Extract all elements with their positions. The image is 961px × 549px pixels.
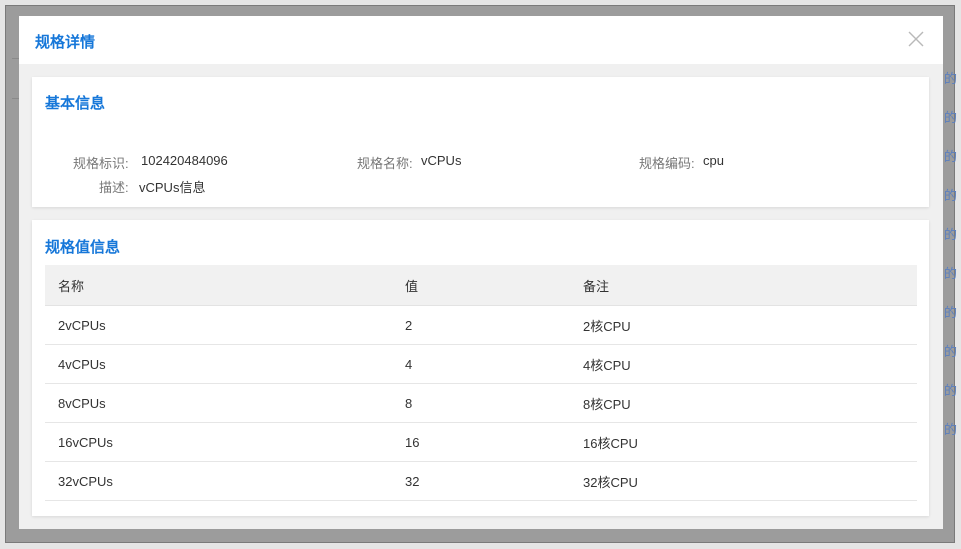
- spec-id-value: 102420484096: [141, 153, 228, 168]
- cell-remark: 32核CPU: [583, 461, 917, 501]
- cell-name: 16vCPUs: [45, 422, 405, 462]
- modal-header: 规格详情: [19, 16, 943, 64]
- basic-info-title: 基本信息: [45, 95, 106, 112]
- background-link: 的: [944, 344, 958, 359]
- background-link: 的: [944, 266, 958, 281]
- close-icon: [908, 31, 924, 47]
- cell-remark: 8核CPU: [583, 383, 917, 423]
- spec-values-title: 规格值信息: [45, 239, 121, 256]
- cell-remark: 16核CPU: [583, 422, 917, 462]
- table-row: 32vCPUs 32 32核CPU: [45, 461, 917, 501]
- background-link: 的: [944, 149, 958, 164]
- table-row: 4vCPUs 4 4核CPU: [45, 344, 917, 384]
- background-link: 的: [944, 305, 958, 320]
- spec-name-value: vCPUs: [421, 153, 462, 168]
- cell-name: 4vCPUs: [45, 344, 405, 384]
- cell-name: 2vCPUs: [45, 305, 405, 345]
- cell-name: 32vCPUs: [45, 461, 405, 501]
- modal-title: 规格详情: [35, 34, 96, 51]
- spec-values-table: 名称 值 备注 2vCPUs 2 2核CPU 4vCPUs 4 4核CPU 8v…: [45, 265, 917, 501]
- column-header-remark: 备注: [583, 265, 917, 306]
- table-header-row: 名称 值 备注: [45, 265, 917, 306]
- cell-name: 8vCPUs: [45, 383, 405, 423]
- spec-id-label: 规格标识:: [73, 156, 129, 171]
- background-link: 的: [944, 422, 958, 437]
- table-row: 16vCPUs 16 16核CPU: [45, 422, 917, 462]
- background-link: 的: [944, 227, 958, 242]
- spec-detail-modal: 规格详情 基本信息 规格标识: 102420484096 规格名称: vCPUs…: [19, 16, 943, 529]
- spec-code-value: cpu: [703, 153, 724, 168]
- cell-value: 32: [405, 461, 583, 501]
- cell-value: 4: [405, 344, 583, 384]
- cell-value: 16: [405, 422, 583, 462]
- spec-code-label: 规格编码:: [639, 156, 695, 171]
- basic-info-card: 基本信息 规格标识: 102420484096 规格名称: vCPUs 规格编码…: [32, 77, 929, 207]
- spec-name-label: 规格名称:: [357, 156, 413, 171]
- table-row: 2vCPUs 2 2核CPU: [45, 305, 917, 345]
- background-link: 的: [944, 110, 958, 125]
- cell-remark: 2核CPU: [583, 305, 917, 345]
- spec-values-card: 规格值信息 名称 值 备注 2vCPUs 2 2核CPU 4vCPUs 4 4核…: [32, 220, 929, 516]
- cell-remark: 4核CPU: [583, 344, 917, 384]
- column-header-name: 名称: [45, 265, 405, 306]
- close-button[interactable]: [904, 27, 928, 51]
- table-row: 8vCPUs 8 8核CPU: [45, 383, 917, 423]
- background-link: 的: [944, 71, 958, 86]
- background-link: 的: [944, 188, 958, 203]
- description-value: vCPUs信息: [139, 180, 206, 195]
- cell-value: 2: [405, 305, 583, 345]
- cell-value: 8: [405, 383, 583, 423]
- column-header-value: 值: [405, 265, 583, 306]
- background-link: 的: [944, 383, 958, 398]
- description-label: 描述:: [99, 180, 129, 195]
